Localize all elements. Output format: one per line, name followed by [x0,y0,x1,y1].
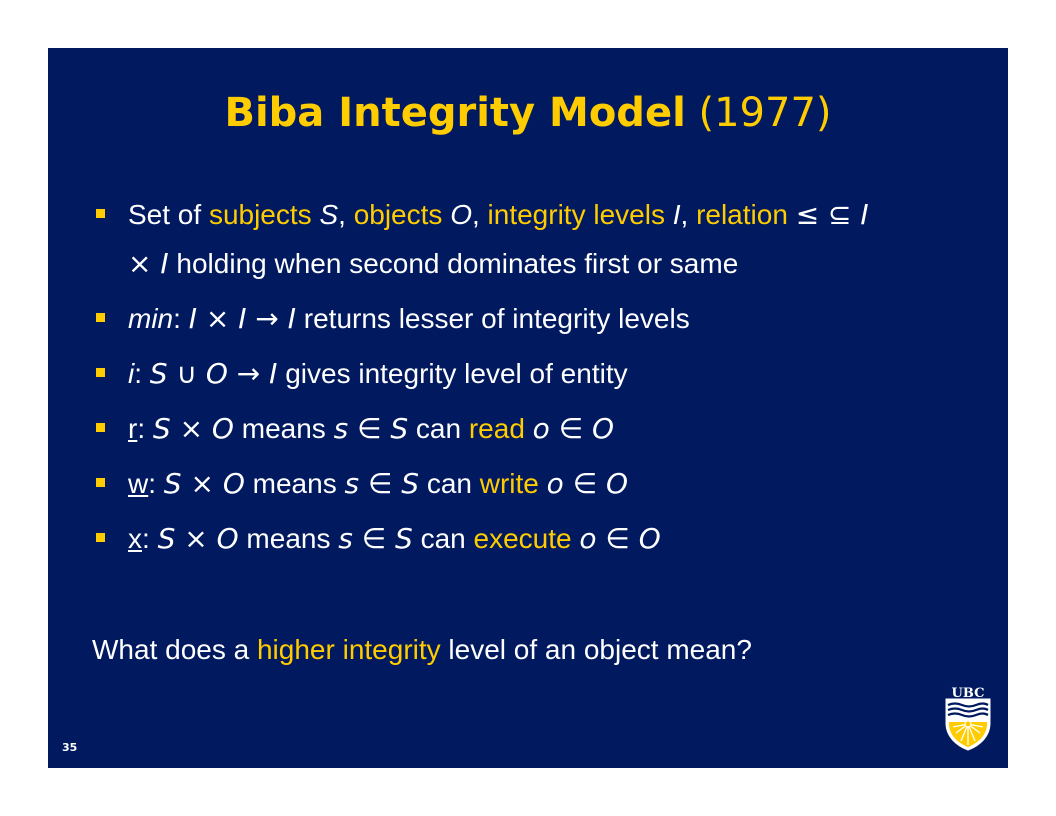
slide: Biba Integrity Model (1977) Set of subje… [48,48,1008,768]
title-main: Biba Integrity Model [224,90,686,136]
bullet-text: means [238,523,339,554]
bullet-marker [96,478,105,487]
bullet-text [539,468,547,499]
operation-r: r [128,413,138,444]
function-name-min: min [128,303,174,334]
bullet-definition: Set of subjects S, objects O, integrity … [92,190,972,288]
ubc-logo-text: UBC [952,686,985,701]
bullet-text: means [233,413,334,444]
bullet-text: : [148,468,164,499]
highlight-integrity-levels: integrity levels [487,199,673,230]
object-membership: o ∈ O [546,467,629,500]
execute-signature: S × O [157,522,239,555]
bullet-text: can [419,468,480,499]
bullet-text: : [173,303,189,334]
bullet-text: can [412,523,474,554]
bullet-text: : [142,523,158,554]
bullet-marker [96,368,105,377]
bullet-write: w: S × O means s ∈ S can write o ∈ O [92,459,972,508]
bullet-marker [96,313,105,322]
subject-membership: s ∈ S [344,467,420,500]
bullet-text [525,413,533,444]
title-year: (1977) [698,90,832,136]
bullet-text: , [338,199,354,230]
question-part: What does a [92,634,257,665]
bullet-i: i: S ∪ O → I gives integrity level of en… [92,349,972,398]
highlight-relation: relation [696,199,796,230]
i-signature: S ∪ O → I [149,357,278,390]
bullet-text: returns lesser of integrity levels [295,303,690,334]
symbol-i: I [672,199,681,230]
symbol-o: O [450,199,472,230]
subject-membership: s ∈ S [333,412,409,445]
highlight-objects: objects [353,199,451,230]
bullet-marker [96,533,105,542]
highlight-write: write [479,468,539,499]
bullet-text: , [680,199,697,230]
page-number: 35 [62,741,78,754]
read-signature: S × O [152,412,234,445]
bullet-text: , [471,199,488,230]
min-signature: I × I → I [188,302,296,335]
bullet-marker [96,423,105,432]
bullet-marker [96,209,105,218]
slide-title: Biba Integrity Model (1977) [48,85,1008,141]
bullet-text: Set of [128,199,209,230]
question-part: level of an object mean? [440,634,752,665]
bullet-read: r: S × O means s ∈ S can read o ∈ O [92,404,972,453]
highlight-read: read [468,413,525,444]
bullet-text: gives integrity level of entity [277,358,628,389]
ubc-logo-icon: UBC [945,686,991,751]
bullet-execute: x: S × O means s ∈ S can execute o ∈ O [92,514,972,563]
highlight-execute: execute [473,523,572,554]
relation-formula: ≤ ⊆ I [795,198,869,231]
relation-formula-cont: × I [128,247,169,280]
object-membership: o ∈ O [579,522,661,555]
symbol-s: S [319,199,339,230]
bullet-list: Set of subjects S, objects O, integrity … [92,190,972,569]
write-signature: S × O [163,467,245,500]
bullet-text: means [244,468,345,499]
bullet-text: : [137,413,153,444]
bullet-min: min: I × I → I returns lesser of integri… [92,294,972,343]
bullet-text: : [134,358,150,389]
operation-x: x [128,523,142,554]
object-membership: o ∈ O [532,412,615,445]
subject-membership: s ∈ S [338,522,413,555]
highlight-higher-integrity: higher integrity [256,634,441,665]
highlight-subjects: subjects [208,199,320,230]
bullet-text: holding when second dominates first or s… [168,248,739,279]
bullet-text: can [408,413,469,444]
operation-w: w [128,468,149,499]
question-text: What does a higher integrity level of an… [92,626,752,674]
